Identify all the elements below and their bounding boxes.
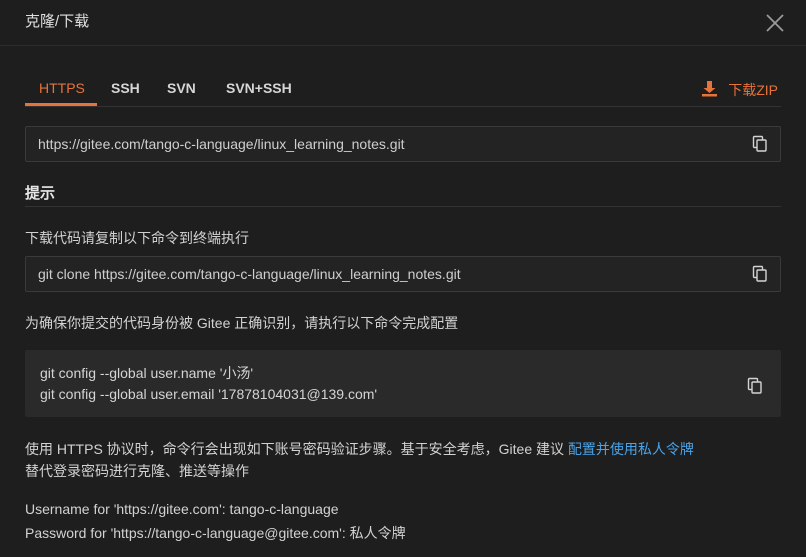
username-line: Username for 'https://gitee.com': tango-… bbox=[25, 501, 339, 517]
copy-icon[interactable] bbox=[747, 377, 763, 395]
personal-token-link[interactable]: 配置并使用私人令牌 bbox=[568, 441, 694, 457]
config-name-command: git config --global user.name '小汤' bbox=[40, 365, 254, 381]
tab-svn-ssh[interactable]: SVN+SSH bbox=[226, 80, 292, 96]
tab-ssh[interactable]: SSH bbox=[111, 80, 140, 96]
divider bbox=[25, 206, 781, 207]
protocol-tabs: HTTPS SSH SVN SVN+SSH bbox=[25, 72, 781, 107]
https-note-continued: 替代登录密码进行克隆、推送等操作 bbox=[25, 463, 249, 479]
clone-command-field[interactable]: git clone https://gitee.com/tango-c-lang… bbox=[25, 256, 781, 292]
tips-title: 提示 bbox=[25, 185, 56, 202]
config-command-box[interactable]: git config --global user.name '小汤' git c… bbox=[25, 350, 781, 417]
dialog-header: 克隆/下载 bbox=[0, 0, 806, 46]
config-hint: 为确保你提交的代码身份被 Gitee 正确识别，请执行以下命令完成配置 bbox=[25, 315, 459, 331]
download-icon bbox=[701, 80, 728, 100]
password-line: Password for 'https://tango-c-language@g… bbox=[25, 525, 406, 541]
download-zip-button[interactable]: 下载ZIP bbox=[701, 80, 778, 100]
copy-icon[interactable] bbox=[752, 265, 768, 283]
close-icon[interactable] bbox=[764, 12, 786, 34]
dialog-title: 克隆/下载 bbox=[25, 13, 90, 30]
https-note: 使用 HTTPS 协议时，命令行会出现如下账号密码验证步骤。基于安全考虑，Git… bbox=[25, 439, 694, 459]
config-email-command: git config --global user.email '17878104… bbox=[40, 386, 378, 402]
tab-https[interactable]: HTTPS bbox=[39, 80, 85, 96]
copy-icon[interactable] bbox=[752, 135, 768, 153]
download-zip-label: 下载ZIP bbox=[728, 82, 778, 98]
repo-url-field[interactable]: https://gitee.com/tango-c-language/linux… bbox=[25, 126, 781, 162]
https-note-text: 使用 HTTPS 协议时，命令行会出现如下账号密码验证步骤。基于安全考虑，Git… bbox=[25, 441, 565, 457]
tab-svn[interactable]: SVN bbox=[167, 80, 196, 96]
active-tab-indicator bbox=[25, 103, 97, 106]
clone-hint: 下载代码请复制以下命令到终端执行 bbox=[25, 230, 249, 246]
clone-command-text: git clone https://gitee.com/tango-c-lang… bbox=[38, 266, 461, 282]
repo-url-text: https://gitee.com/tango-c-language/linux… bbox=[38, 136, 405, 152]
